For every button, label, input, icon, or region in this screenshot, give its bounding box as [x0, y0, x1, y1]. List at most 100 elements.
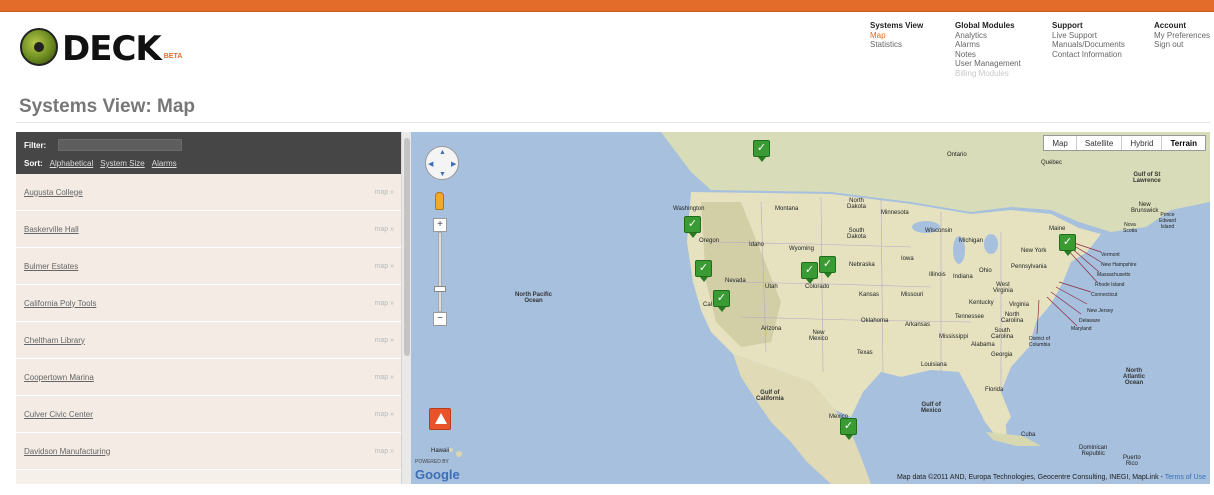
label-west-virginia: West Virginia	[993, 282, 1013, 294]
label-rhode-island: Rhode Island	[1095, 282, 1125, 288]
system-marker[interactable]: ✓	[819, 256, 836, 278]
pan-left-icon[interactable]: ◀	[428, 160, 433, 168]
label-illinois: Illinois	[929, 272, 946, 278]
list-item: California Poly Tools map »	[16, 285, 402, 322]
label-georgia: Georgia	[991, 352, 1013, 358]
zoom-out-button[interactable]: −	[433, 312, 447, 326]
label-vermont: Vermont	[1101, 252, 1120, 258]
label-montana: Montana	[775, 206, 799, 212]
label-ohio: Ohio	[979, 268, 992, 274]
system-marker[interactable]: ✓	[840, 418, 857, 440]
map-link[interactable]: map »	[375, 337, 394, 344]
system-name-link[interactable]: Cheltham Library	[24, 336, 85, 345]
label-gulf-of-mexico: Gulf of Mexico	[921, 402, 942, 414]
label-tennessee: Tennessee	[955, 314, 985, 320]
label-new-york: New York	[1021, 248, 1047, 254]
map-link[interactable]: map »	[375, 448, 394, 455]
systems-sidebar: Filter: Sort: Alphabetical System Size A…	[16, 132, 402, 484]
label-wyoming: Wyoming	[789, 246, 814, 252]
label-maryland: Maryland	[1071, 326, 1092, 332]
system-marker[interactable]: ✓	[801, 262, 818, 284]
zoom-slider-track[interactable]	[438, 232, 442, 312]
map-link[interactable]: map »	[375, 263, 394, 270]
system-marker[interactable]: ✓	[695, 260, 712, 282]
nav-heading-account: Account	[1154, 21, 1186, 30]
zoom-in-button[interactable]: +	[433, 218, 447, 232]
pan-control[interactable]: ▲ ▼ ◀ ▶	[425, 146, 459, 180]
label-new-mexico: New Mexico	[809, 330, 829, 342]
filter-input[interactable]	[58, 139, 182, 151]
map-link[interactable]: map »	[375, 189, 394, 196]
label-colorado: Colorado	[805, 284, 830, 290]
pan-right-icon[interactable]: ▶	[451, 160, 456, 168]
filter-bar: Filter: Sort: Alphabetical System Size A…	[16, 132, 402, 174]
scrollbar-thumb[interactable]	[404, 138, 410, 356]
google-logo[interactable]: POWERED BY Google	[415, 459, 460, 482]
list-item: Augusta College map »	[16, 174, 402, 211]
list-item: Culver Civic Center map »	[16, 396, 402, 433]
label-ontario: Ontario	[947, 152, 967, 158]
map-link[interactable]: map »	[375, 374, 394, 381]
sort-alarms-link[interactable]: Alarms	[152, 159, 177, 168]
label-new-brunswick: New Brunswick	[1131, 202, 1159, 214]
map-type-map-button[interactable]: Map	[1044, 136, 1077, 150]
nav-link-notes[interactable]: Notes	[955, 50, 1021, 60]
system-name-link[interactable]: Coopertown Marina	[24, 373, 94, 382]
map-view[interactable]: Map Satellite Hybrid Terrain ▲ ▼ ◀ ▶ + −…	[411, 132, 1210, 484]
alarm-warning-icon[interactable]	[429, 408, 451, 430]
nav-link-map[interactable]: Map	[870, 31, 923, 41]
system-marker[interactable]: ✓	[1059, 234, 1076, 256]
nav-link-analytics[interactable]: Analytics	[955, 31, 1021, 41]
system-name-link[interactable]: Davidson Manufacturing	[24, 447, 110, 456]
systems-list: Augusta College map » Baskerville Hall map…	[16, 174, 402, 470]
nav-global-modules: Global Modules Analytics Alarms Notes Us…	[955, 21, 1021, 78]
label-gulf-of-st-lawrence: Gulf of St Lawrence	[1133, 172, 1161, 184]
street-view-pegman-icon[interactable]	[435, 192, 444, 210]
terms-of-use-link[interactable]: Terms of Use	[1165, 474, 1206, 481]
pan-down-icon[interactable]: ▼	[439, 171, 446, 178]
zoom-slider-thumb[interactable]	[434, 286, 446, 292]
sidebar-scrollbar[interactable]	[401, 132, 411, 484]
label-indiana: Indiana	[953, 274, 973, 280]
nav-link-alarms[interactable]: Alarms	[955, 40, 1021, 50]
system-marker[interactable]: ✓	[684, 216, 701, 238]
nav-link-manuals-documents[interactable]: Manuals/Documents	[1052, 40, 1125, 50]
label-texas: Texas	[857, 350, 873, 356]
sort-alphabetical-link[interactable]: Alphabetical	[50, 159, 94, 168]
system-marker[interactable]: ✓	[713, 290, 730, 312]
system-name-link[interactable]: California Poly Tools	[24, 299, 96, 308]
map-type-satellite-button[interactable]: Satellite	[1076, 136, 1123, 150]
label-north-dakota: North Dakota	[847, 198, 867, 210]
map-type-terrain-button[interactable]: Terrain	[1162, 136, 1205, 150]
system-name-link[interactable]: Augusta College	[24, 188, 83, 197]
map-type-hybrid-button[interactable]: Hybrid	[1122, 136, 1163, 150]
nav-link-sign-out[interactable]: Sign out	[1154, 40, 1210, 50]
system-marker[interactable]: ✓	[753, 140, 770, 162]
deck-disc-icon	[20, 28, 58, 66]
label-missouri: Missouri	[901, 292, 924, 298]
nav-link-live-support[interactable]: Live Support	[1052, 31, 1125, 41]
nav-account: Account My Preferences Sign out	[1154, 21, 1210, 50]
nav-link-statistics[interactable]: Statistics	[870, 40, 923, 50]
nav-link-contact-information[interactable]: Contact Information	[1052, 50, 1125, 60]
map-link[interactable]: map »	[375, 226, 394, 233]
nav-heading-systems-view: Systems View	[870, 21, 924, 30]
system-name-link[interactable]: Baskerville Hall	[24, 225, 79, 234]
nav-link-user-management[interactable]: User Management	[955, 59, 1021, 69]
lake-huron	[984, 234, 998, 254]
system-name-link[interactable]: Culver Civic Center	[24, 410, 93, 419]
map-link[interactable]: map »	[375, 411, 394, 418]
label-nevada: Nevada	[725, 278, 746, 284]
label-florida: Florida	[985, 387, 1004, 393]
system-name-link[interactable]: Bulmer Estates	[24, 262, 78, 271]
map-link[interactable]: map »	[375, 300, 394, 307]
list-item: Davidson Manufacturing map »	[16, 433, 402, 470]
nav-link-my-preferences[interactable]: My Preferences	[1154, 31, 1210, 41]
label-mississippi: Mississippi	[939, 334, 969, 340]
label-california: Cal	[703, 302, 713, 308]
sort-system-size-link[interactable]: System Size	[100, 159, 144, 168]
pan-up-icon[interactable]: ▲	[439, 149, 446, 156]
label-oregon: Oregon	[699, 238, 720, 244]
label-massachusetts: Massachusetts	[1097, 272, 1131, 278]
deck-logo[interactable]: DECK BETA	[20, 26, 182, 66]
